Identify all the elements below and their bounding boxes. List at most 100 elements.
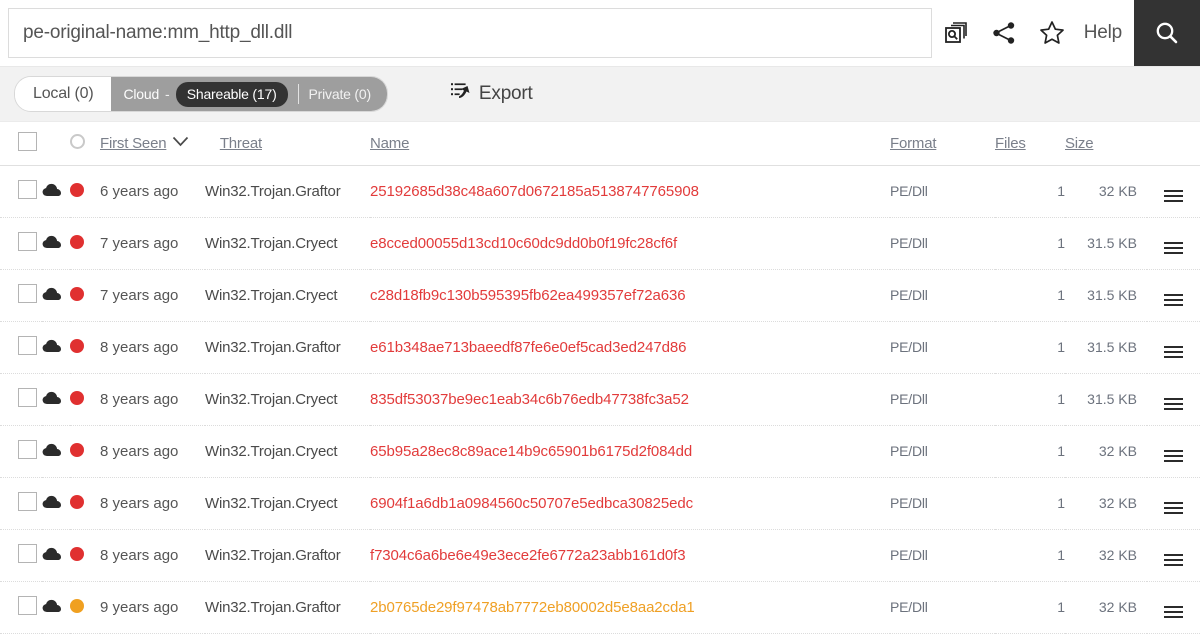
header-first-seen[interactable]: First Seen xyxy=(100,135,166,152)
row-menu-icon[interactable] xyxy=(1161,447,1186,465)
size-cell: 31.5 KB xyxy=(1065,374,1147,426)
threat-value: Win32.Trojan.Cryect xyxy=(205,495,337,512)
scope-pill-group: Local (0) Cloud - Shareable (17) Private… xyxy=(14,76,388,112)
sample-name-link[interactable]: 835df53037be9ec1eab34c6b76edb47738fc3a52 xyxy=(370,391,689,408)
files-cell: 1 xyxy=(995,478,1065,530)
stacked-search-icon[interactable] xyxy=(932,0,980,66)
search-input[interactable] xyxy=(9,22,931,44)
size-value: 31.5 KB xyxy=(1087,235,1137,251)
sample-name-link[interactable]: 65b95a28ec8c89ace14b9c65901b6175d2f084dd xyxy=(370,443,692,460)
format-value: PE/Dll xyxy=(890,547,928,563)
table-row[interactable]: 8 years agoWin32.Trojan.Cryect65b95a28ec… xyxy=(0,426,1200,478)
sample-name-link[interactable]: e8cced00055d13cd10c60dc9dd0b0f19fc28cf6f xyxy=(370,235,677,252)
severity-dot xyxy=(70,287,84,301)
sample-name-link[interactable]: e61b348ae713baeedf87fe6e0ef5cad3ed247d86 xyxy=(370,339,686,356)
row-menu-cell xyxy=(1147,478,1200,530)
size-value: 32 KB xyxy=(1099,599,1137,615)
first-seen-cell: 6 years ago xyxy=(100,166,205,218)
row-menu-icon[interactable] xyxy=(1161,187,1186,205)
severity-dot xyxy=(70,339,84,353)
table-row[interactable]: 9 years agoWin32.Trojan.Graftor2b0765de2… xyxy=(0,582,1200,634)
row-menu-icon[interactable] xyxy=(1161,603,1186,621)
files-cell: 1 xyxy=(995,374,1065,426)
row-menu-cell xyxy=(1147,322,1200,374)
tab-shareable[interactable]: Shareable (17) xyxy=(176,82,288,107)
files-cell: 1 xyxy=(995,426,1065,478)
row-checkbox[interactable] xyxy=(18,336,37,355)
row-checkbox[interactable] xyxy=(18,440,37,459)
cloud-cell xyxy=(42,478,70,530)
row-menu-cell xyxy=(1147,582,1200,634)
first-seen-cell: 8 years ago xyxy=(100,530,205,582)
sample-name-link[interactable]: 25192685d38c48a607d0672185a5138747765908 xyxy=(370,183,699,200)
table-row[interactable]: 8 years agoWin32.Trojan.Graftor e61b348ae… xyxy=(0,322,1200,374)
row-select-cell xyxy=(0,478,42,530)
table-head: First Seen Threat Name Format xyxy=(0,122,1200,166)
export-button[interactable]: Export xyxy=(450,80,533,108)
threat-cell: Win32.Trojan.Graftor xyxy=(205,166,370,218)
row-checkbox[interactable] xyxy=(18,180,37,199)
first-seen-cell: 8 years ago xyxy=(100,322,205,374)
header-files[interactable]: Files xyxy=(995,135,1026,152)
sample-name-link[interactable]: 2b0765de29f97478ab7772eb80002d5e8aa2cda1 xyxy=(370,599,695,616)
severity-cell xyxy=(70,478,100,530)
chevron-down-icon xyxy=(172,134,189,152)
first-seen-value: 8 years ago xyxy=(100,547,178,564)
table-row[interactable]: 8 years agoWin32.Trojan.Cryect6904f1a6db… xyxy=(0,478,1200,530)
row-menu-icon[interactable] xyxy=(1161,343,1186,361)
sort-first-seen[interactable]: First Seen xyxy=(100,134,189,152)
search-submit-button[interactable] xyxy=(1134,0,1200,66)
row-menu-icon[interactable] xyxy=(1161,291,1186,309)
table-row[interactable]: 7 years agoWin32.Trojan.Cryecte8cced0005… xyxy=(0,218,1200,270)
row-menu-icon[interactable] xyxy=(1161,551,1186,569)
row-select-cell xyxy=(0,426,42,478)
severity-cell xyxy=(70,374,100,426)
row-select-cell xyxy=(0,166,42,218)
header-format[interactable]: Format xyxy=(890,135,936,152)
row-menu-icon[interactable] xyxy=(1161,395,1186,413)
sample-name-link[interactable]: f7304c6a6be6e49e3ece2fe6772a23abb161d0f3 xyxy=(370,547,685,564)
files-value: 1 xyxy=(1057,495,1065,511)
row-checkbox[interactable] xyxy=(18,284,37,303)
sample-name-link[interactable]: c28d18fb9c130b595395fb62ea499357ef72a636 xyxy=(370,287,685,304)
threat-value: Win32.Trojan.Graftor xyxy=(205,339,341,356)
help-button[interactable]: Help xyxy=(1076,0,1134,66)
row-menu-icon[interactable] xyxy=(1161,239,1186,257)
tab-local[interactable]: Local (0) xyxy=(15,77,111,111)
header-size[interactable]: Size xyxy=(1065,135,1093,152)
size-cell: 31.5 KB xyxy=(1065,218,1147,270)
format-cell: PE/Dll xyxy=(890,322,995,374)
name-cell: 25192685d38c48a607d0672185a5138747765908 xyxy=(370,166,890,218)
row-checkbox[interactable] xyxy=(18,388,37,407)
table-row[interactable]: 8 years agoWin32.Trojan.Cryect835df53037… xyxy=(0,374,1200,426)
format-value: PE/Dll xyxy=(890,183,928,199)
severity-filter-icon[interactable] xyxy=(70,134,85,149)
header-name[interactable]: Name xyxy=(370,135,409,152)
files-cell: 1 xyxy=(995,270,1065,322)
row-checkbox[interactable] xyxy=(18,596,37,615)
cloud-cell xyxy=(42,166,70,218)
select-all-checkbox[interactable] xyxy=(18,132,37,151)
severity-dot xyxy=(70,235,84,249)
row-checkbox[interactable] xyxy=(18,544,37,563)
severity-cell xyxy=(70,270,100,322)
table-row[interactable]: 6 years agoWin32.Trojan.Graftor25192685d… xyxy=(0,166,1200,218)
tab-cloud[interactable]: Cloud xyxy=(123,86,159,102)
search-box[interactable] xyxy=(8,8,932,58)
table-body: 6 years agoWin32.Trojan.Graftor25192685d… xyxy=(0,166,1200,634)
sample-name-link[interactable]: 6904f1a6db1a0984560c50707e5edbca30825edc xyxy=(370,495,693,512)
name-header-cell: Name xyxy=(370,122,890,166)
header-threat[interactable]: Threat xyxy=(220,135,262,152)
row-menu-icon[interactable] xyxy=(1161,499,1186,517)
cloud-cell xyxy=(42,530,70,582)
table-row[interactable]: 7 years agoWin32.Trojan.Cryectc28d18fb9c… xyxy=(0,270,1200,322)
row-checkbox[interactable] xyxy=(18,232,37,251)
size-value: 31.5 KB xyxy=(1087,339,1137,355)
star-icon[interactable] xyxy=(1028,0,1076,66)
severity-dot xyxy=(70,391,84,405)
share-icon[interactable] xyxy=(980,0,1028,66)
tab-private[interactable]: Private (0) xyxy=(309,86,377,102)
row-checkbox[interactable] xyxy=(18,492,37,511)
severity-cell xyxy=(70,530,100,582)
table-row[interactable]: 8 years agoWin32.Trojan.Graftorf7304c6a6… xyxy=(0,530,1200,582)
